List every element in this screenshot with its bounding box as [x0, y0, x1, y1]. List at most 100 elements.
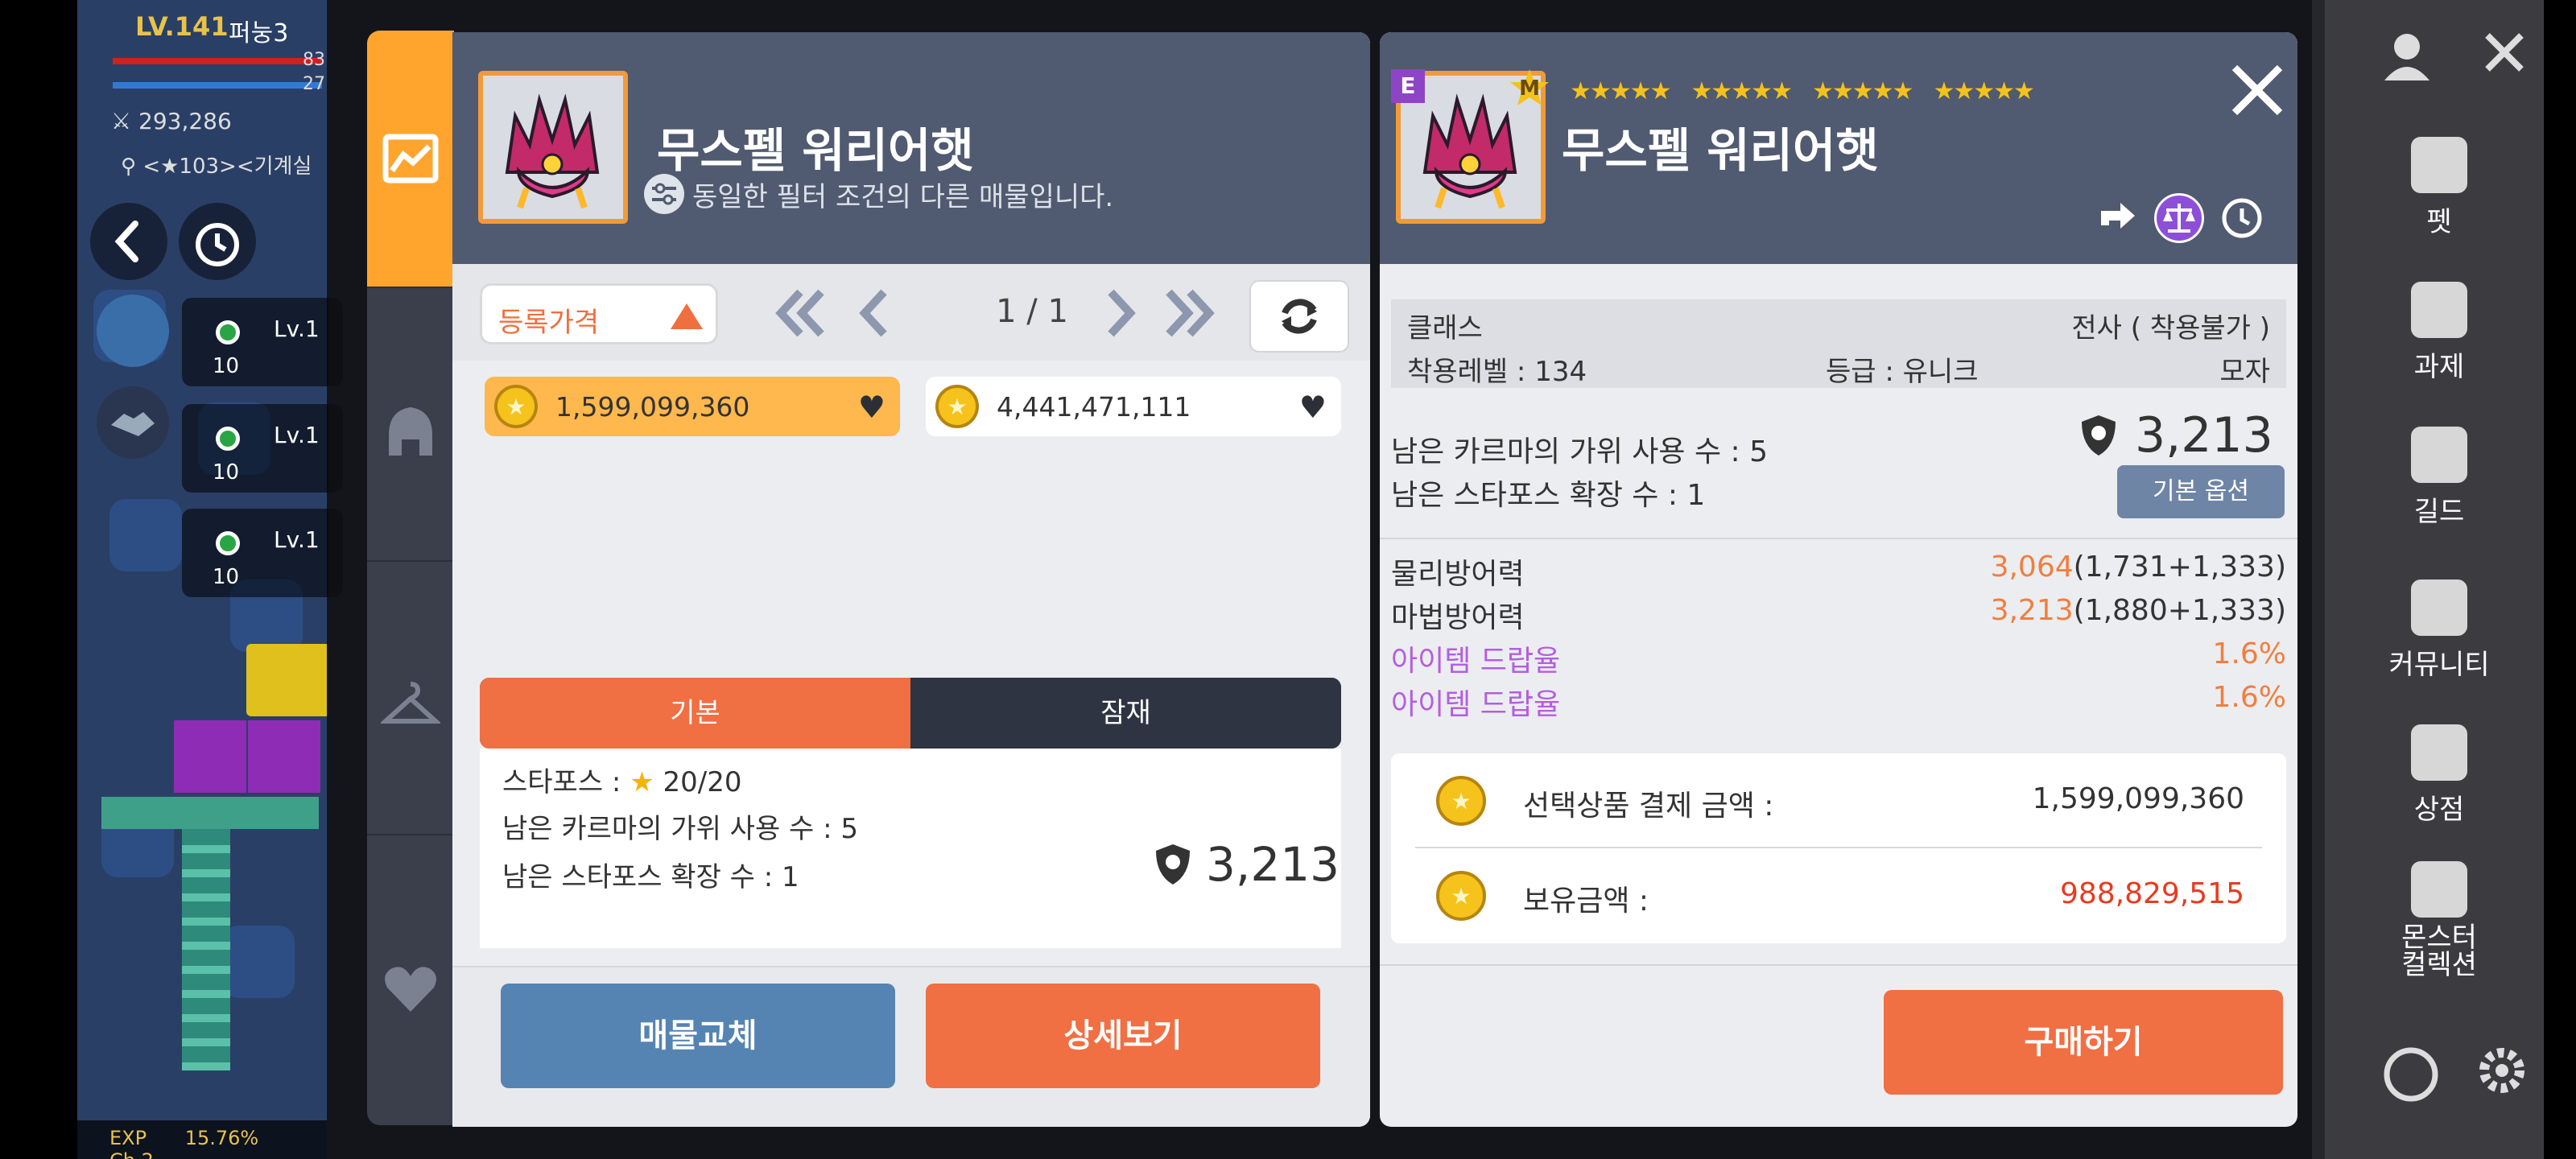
favorite-heart-icon[interactable]: ♥	[858, 390, 886, 425]
player-name: 퍼눙3	[229, 19, 289, 47]
close-menu-icon[interactable]	[2476, 24, 2533, 80]
next-page-button[interactable]	[1096, 285, 1145, 341]
quest-level: Lv.1	[274, 316, 320, 342]
scroll-button[interactable]	[97, 295, 169, 367]
refresh-button[interactable]	[1249, 280, 1349, 353]
shop-icon	[2411, 724, 2467, 781]
page-indicator: 1 / 1	[996, 293, 1068, 330]
menu-monster-collection[interactable]: 몬스터 컬렉션	[2359, 861, 2520, 979]
menu-task[interactable]: 과제	[2359, 282, 2520, 384]
star-group: ★★★★★	[1570, 77, 1671, 105]
view-detail-button[interactable]: 상세보기	[926, 984, 1320, 1088]
helmet-icon	[389, 407, 432, 456]
listing-card-selected[interactable]: ★ 1,599,099,360 ♥	[485, 377, 900, 436]
menu-pet[interactable]: 펫	[2359, 137, 2520, 239]
class-value: 전사 ( 착용불가 )	[2071, 312, 2270, 344]
hp-bar	[113, 58, 322, 64]
buy-button[interactable]: 구매하기	[1884, 990, 2283, 1095]
sort-dropdown[interactable]: 등록가격	[480, 283, 718, 344]
stat-item-drop-rate: 아이템 드랍율 1.6%	[1391, 681, 2286, 724]
history-icon[interactable]	[2217, 193, 2267, 243]
quest-count: 10	[213, 460, 240, 485]
chart-icon	[382, 134, 439, 184]
tab-basic[interactable]: 기본	[480, 678, 910, 749]
quest-card[interactable]: Lv.1 10	[182, 404, 343, 493]
hanger-icon	[381, 682, 440, 724]
filter-icon	[644, 174, 684, 214]
quest-level: Lv.1	[274, 422, 320, 448]
sort-label: 등록가격	[498, 307, 600, 339]
listing-header: 무스펠 워리어햇 동일한 필터 조건의 다른 매물입니다.	[452, 32, 1370, 264]
quest-count: 10	[213, 354, 240, 378]
tab-price-history[interactable]	[367, 31, 454, 288]
compare-scale-icon[interactable]	[2154, 193, 2204, 243]
meso-coin-icon: ★	[1436, 871, 1486, 921]
menu-label: 상점	[2413, 794, 2465, 826]
listing-actions: 매물교체 상세보기	[452, 966, 1370, 1127]
power-shield-icon	[2082, 415, 2116, 456]
tab-potential[interactable]: 잠재	[910, 678, 1341, 749]
menu-guild[interactable]: 길드	[2359, 427, 2520, 529]
close-icon	[2231, 64, 2283, 116]
divider	[1380, 538, 2297, 539]
share-icon[interactable]	[2093, 193, 2143, 243]
stat-name: 아이템 드랍율	[1391, 645, 1561, 678]
item-name: 무스펠 워리어햇	[1562, 123, 1879, 178]
menu-label: 펫	[2426, 206, 2452, 238]
star-group: ★★★★★	[1811, 77, 1913, 105]
swap-listing-button[interactable]: 매물교체	[501, 984, 895, 1088]
base-option-button[interactable]: 기본 옵션	[2117, 465, 2285, 518]
starforce-label: 스타포스 :	[502, 766, 621, 798]
alarm-clock-icon[interactable]	[179, 203, 256, 280]
stats-list: 물리방어력 3,064(1,731+1,333) 마법방어력 3,213(1,8…	[1380, 551, 2297, 740]
last-page-button[interactable]	[1156, 285, 1220, 341]
guild-icon	[2411, 427, 2467, 483]
tab-equipment[interactable]	[367, 304, 454, 562]
double-chevron-left-icon	[775, 289, 824, 337]
star-icon: ★	[630, 766, 663, 798]
menu-label: 과제	[2413, 351, 2465, 383]
owned-amount-row: ★ 보유금액 : 988,829,515	[1391, 848, 2286, 943]
tab-favorites[interactable]	[367, 852, 454, 1125]
favorite-heart-icon[interactable]: ♥	[1299, 390, 1327, 425]
settings-gear-icon[interactable]	[2470, 1038, 2534, 1106]
screen-edge-right	[2544, 0, 2576, 1159]
stat-detail: (1,731+1,333)	[2073, 551, 2286, 584]
back-button[interactable]	[90, 203, 167, 280]
handshake-button[interactable]	[97, 386, 169, 459]
first-page-button[interactable]	[770, 285, 834, 341]
mp-bar	[113, 82, 322, 89]
refresh-game-icon[interactable]	[2375, 1038, 2447, 1114]
listing-price: 1,599,099,360	[555, 391, 750, 423]
power-shield-icon	[1156, 844, 1190, 885]
quest-card[interactable]: Lv.1 10	[182, 298, 343, 386]
quest-level: Lv.1	[274, 526, 320, 553]
refresh-icon	[1282, 299, 1317, 334]
quest-card[interactable]: Lv.1 10	[182, 509, 343, 597]
option-subtabs: 기본 잠재	[480, 678, 1341, 749]
power-value: 3,213	[2135, 407, 2273, 464]
menu-shop[interactable]: 상점	[2359, 724, 2520, 827]
detail-header: E M ★★★★★ ★★★★★ ★★★★★ ★★★★★ 무스펠 워리어햇	[1380, 32, 2297, 264]
item-detail-panel: E M ★★★★★ ★★★★★ ★★★★★ ★★★★★ 무스펠 워리어햇 클래스…	[1380, 32, 2297, 1127]
stat-name: 물리방어력	[1391, 558, 1525, 591]
stat-name: 아이템 드랍율	[1391, 688, 1561, 721]
mp-value: 27	[303, 74, 325, 94]
close-button[interactable]	[2227, 60, 2288, 121]
avatar-icon[interactable]	[2375, 24, 2439, 80]
divider	[1380, 964, 2297, 966]
community-icon	[2411, 580, 2467, 636]
stat-total: 3,213	[1990, 594, 2074, 627]
tab-costume[interactable]	[367, 578, 454, 835]
selected-payment-value: 1,599,099,360	[2032, 782, 2244, 815]
task-icon	[2411, 282, 2467, 338]
monster-collection-icon	[2411, 861, 2467, 918]
screen-edge-left	[0, 0, 77, 1159]
star-group: ★★★★★	[1690, 77, 1792, 105]
sort-ascending-icon	[671, 303, 703, 329]
prev-page-button[interactable]	[850, 285, 898, 341]
owned-amount-label: 보유금액 :	[1523, 885, 1649, 918]
menu-community[interactable]: 커뮤니티	[2359, 580, 2520, 682]
selected-payment-label: 선택상품 결제 금액 :	[1523, 790, 1774, 823]
listing-card[interactable]: ★ 4,441,471,111 ♥	[926, 377, 1341, 436]
